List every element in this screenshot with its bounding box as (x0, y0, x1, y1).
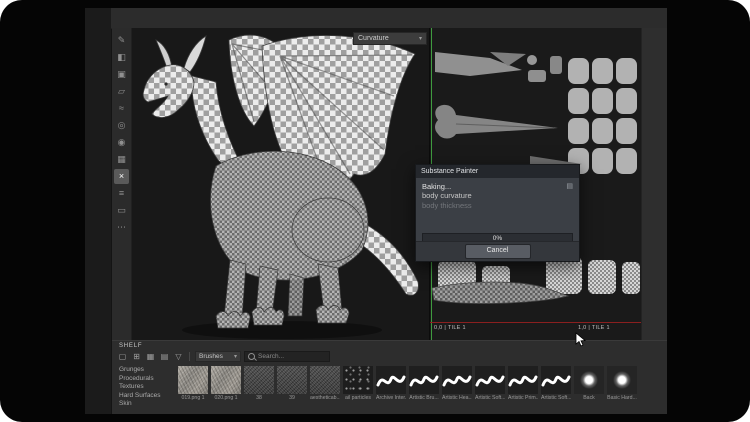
thumbnail-label: 019.png 1 (178, 395, 208, 401)
shelf-thumbnail-grid: 019.png 1 020.png 1 (176, 365, 667, 411)
shelf-thumbnail[interactable]: 39 (277, 366, 307, 411)
baking-status-text: Baking... (422, 182, 451, 191)
search-input[interactable] (258, 353, 346, 360)
list-view-icon[interactable]: ▤ (159, 351, 170, 362)
toolbar-separator (189, 352, 190, 361)
shelf-category[interactable]: Skin (119, 400, 176, 409)
thumbnail-image (442, 366, 472, 394)
preset-dropdown[interactable]: Brushes ▾ (195, 351, 241, 362)
thumbnail-label: Artistic Bru... (409, 395, 439, 401)
thumbnail-image (541, 366, 571, 394)
shelf-thumbnail[interactable]: Archive Inter... (376, 366, 406, 411)
thumbnail-image (277, 366, 307, 394)
clone-tool-icon[interactable]: ◎ (114, 118, 129, 133)
device-frame: ✎ ◧ ▣ ▱ ≈ ◎ ◉ ▦ × ≡ ▭ ⋯ (0, 0, 750, 422)
thumbnail-image (376, 366, 406, 394)
shelf-category[interactable]: Textures (119, 383, 176, 392)
shelf-thumbnail[interactable]: Back (574, 366, 604, 411)
channel-dropdown[interactable]: Curvature ▾ (353, 32, 427, 45)
shelf-category[interactable]: Grunges (119, 366, 176, 375)
paint-tool-icon[interactable]: ✎ (114, 33, 129, 48)
eraser-tool-icon[interactable]: ◧ (114, 50, 129, 65)
uv-tile-label-right: 1,0 | TILE 1 (578, 325, 610, 331)
thumbnail-label: Artistic Soft... (475, 395, 505, 401)
dialog-title-bar[interactable]: Substance Painter (416, 165, 579, 178)
thumbnail-image (310, 366, 340, 394)
chevron-down-icon: ▾ (419, 35, 422, 42)
dragon-model (132, 28, 429, 340)
preset-dropdown-value: Brushes (199, 353, 223, 360)
shelf-thumbnail[interactable]: Artistic Prim... (508, 366, 538, 411)
shelf-thumbnail[interactable]: 020.png 1 (211, 366, 241, 411)
thumbnail-image (178, 366, 208, 394)
thumbnail-label: Back (574, 395, 604, 401)
thumbnail-image (607, 366, 637, 394)
baking-dialog: Substance Painter Baking... ▤ body curva… (415, 164, 580, 262)
shelf-category[interactable]: Hard Surfaces (119, 392, 176, 401)
shelf-panel: SHELF ▢⊞▦▤▽ Brushes ▾ GrungesProcedu (112, 340, 667, 414)
new-folder-icon[interactable]: ⊞ (131, 351, 142, 362)
shelf-thumbnail[interactable]: Artistic Soft... (541, 366, 571, 411)
dialog-footer: Cancel (416, 241, 579, 261)
more-tools-icon[interactable]: ⋯ (114, 220, 129, 235)
polygon-fill-tool-icon[interactable]: ▱ (114, 84, 129, 99)
thumbnail-label: ail particles (343, 395, 373, 401)
menu-bar (111, 8, 667, 29)
thumbnail-label: 020.png 1 (211, 395, 241, 401)
dock-edge (85, 8, 112, 414)
thumbnail-image (475, 366, 505, 394)
thumbnail-label: Artistic Soft... (541, 395, 571, 401)
search-box[interactable] (244, 351, 330, 362)
thumbnail-label: 39 (277, 395, 307, 401)
baking-log-icon[interactable]: ▤ (566, 182, 573, 190)
smudge-tool-icon[interactable]: ≈ (114, 101, 129, 116)
geometry-mask-tool-icon[interactable]: ▦ (114, 152, 129, 167)
thumbnail-label: 38 (244, 395, 274, 401)
thumbnail-label: Artistic Hea... (442, 395, 472, 401)
shelf-thumbnail[interactable]: ail particles (343, 366, 373, 411)
thumbnail-image (409, 366, 439, 394)
thumbnail-image (574, 366, 604, 394)
substance-painter-window: ✎ ◧ ▣ ▱ ≈ ◎ ◉ ▦ × ≡ ▭ ⋯ (85, 8, 667, 414)
tool-sidebar: ✎ ◧ ▣ ▱ ≈ ◎ ◉ ▦ × ≡ ▭ ⋯ (112, 28, 132, 340)
chevron-down-icon: ▾ (234, 353, 237, 360)
shelf-thumbnail[interactable]: 019.png 1 (178, 366, 208, 411)
baking-current-task: body curvature (422, 191, 573, 201)
thumbnail-label: Artistic Prim... (508, 395, 538, 401)
shelf-thumbnail[interactable]: Artistic Hea... (442, 366, 472, 411)
shelf-thumbnail[interactable]: Artistic Soft... (475, 366, 505, 411)
thumbnail-label: Archive Inter... (376, 395, 406, 401)
material-picker-tool-icon[interactable]: ◉ (114, 135, 129, 150)
shelf-thumbnail[interactable]: aestheticab... (310, 366, 340, 411)
shelf-category[interactable]: Procedurals (119, 375, 176, 384)
thumbnail-image (211, 366, 241, 394)
filter-icon[interactable]: ▽ (173, 351, 184, 362)
cancel-button[interactable]: Cancel (465, 244, 531, 259)
display-settings-icon[interactable]: ▭ (114, 203, 129, 218)
grid-view-icon[interactable]: ▦ (145, 351, 156, 362)
projection-tool-icon[interactable]: ▣ (114, 67, 129, 82)
shelf-thumbnail[interactable]: 38 (244, 366, 274, 411)
thumbnail-image (508, 366, 538, 394)
mouse-cursor (575, 332, 587, 348)
selection-tool-icon[interactable]: × (114, 169, 129, 184)
shelf-category-list: GrungesProceduralsTexturesHard SurfacesS… (112, 365, 176, 411)
layers-panel-icon[interactable]: ≡ (114, 186, 129, 201)
viewport-3d[interactable]: Curvature ▾ (132, 28, 429, 340)
thumbnail-label: Basic Hard... (607, 395, 637, 401)
right-panel-edge (641, 28, 667, 340)
folder-icon[interactable]: ▢ (117, 351, 128, 362)
uv-axis-horizontal (430, 322, 641, 323)
thumbnail-image (343, 366, 373, 394)
shelf-thumbnail[interactable]: Basic Hard... (607, 366, 637, 411)
uv-tile-label-left: 0,0 | TILE 1 (434, 325, 466, 331)
thumbnail-image (244, 366, 274, 394)
channel-dropdown-value: Curvature (358, 35, 389, 42)
thumbnail-label: aestheticab... (310, 395, 340, 401)
shelf-toolbar: ▢⊞▦▤▽ Brushes ▾ (112, 349, 667, 364)
baking-queued-task: body thickness (422, 201, 573, 211)
search-icon (248, 353, 255, 360)
shelf-thumbnail[interactable]: Artistic Bru... (409, 366, 439, 411)
